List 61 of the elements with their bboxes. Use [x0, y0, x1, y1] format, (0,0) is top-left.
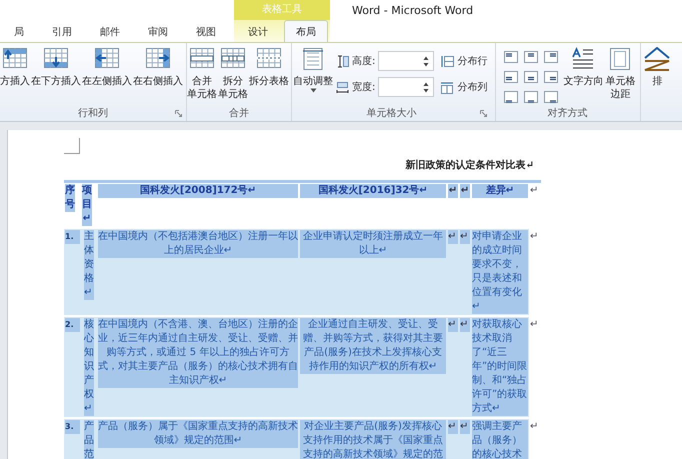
- column-header: 序号: [65, 184, 75, 212]
- group-label: 行和列: [78, 106, 108, 120]
- window-title: Word - Microsoft Word: [351, 3, 474, 19]
- group-label: 单元格大小: [366, 106, 417, 120]
- column-header: ↵: [448, 184, 458, 198]
- table-cell: 产品（服务）属于《国家重点支持的高新技术领域》规定的范围↵: [98, 420, 298, 448]
- ribbon-button[interactable]: 在下方插入: [31, 45, 81, 90]
- ribbon-button[interactable]: 合并 单元格: [187, 45, 217, 103]
- table-cell: 企业通过自主研发、受让、受赠、并购等方式，获得对其主要产品(服务)在技术上发挥核心支持作用的知识产权的所有权↵: [300, 318, 446, 374]
- table-cell: 核心知识产权↵: [84, 318, 94, 416]
- ribbon-button[interactable]: 方插入: [0, 45, 30, 90]
- table-caption: 新旧政策的认定条件对比表↵: [404, 158, 534, 172]
- column-header: 项目↵: [82, 184, 92, 226]
- ribbon-button[interactable]: 排: [643, 45, 672, 90]
- table-cell: ↵: [448, 318, 458, 332]
- ribbon-button[interactable]: 分布行: [438, 51, 490, 71]
- table-cell: ↵: [448, 230, 458, 244]
- group-label: 对齐方式: [547, 106, 588, 120]
- end-of-row-mark: ↵: [530, 421, 538, 432]
- ribbon-tab[interactable]: 审阅: [136, 20, 180, 42]
- ribbon-button[interactable]: 拆分 单元格: [218, 45, 248, 103]
- table-cell: 产品范: [84, 420, 94, 459]
- ribbon-tab[interactable]: 邮件: [88, 20, 132, 42]
- column-header: ↵: [460, 184, 470, 198]
- row-number: 1.: [65, 230, 80, 244]
- ribbon-button[interactable]: 分布列: [438, 77, 490, 97]
- column-header: 国科发火[2016]32号↵: [300, 184, 446, 198]
- table-cell: ↵: [460, 318, 470, 332]
- ribbon-button[interactable]: 文字方向: [562, 45, 604, 90]
- ribbon-tab[interactable]: 布局: [284, 20, 328, 42]
- group-label: 合并: [229, 106, 249, 120]
- end-of-row-mark: ↵: [530, 185, 538, 196]
- column-header: 国科发火[2008]172号↵: [98, 184, 298, 198]
- table-cell: 企业申请认定时须注册成立一年以上↵: [300, 230, 446, 258]
- table-cell: 对申请企业的成立时间要求不变，只是表述和位置有变化↵: [472, 230, 528, 314]
- ribbon-button[interactable]: 拆分表格: [249, 45, 289, 90]
- ribbon-button[interactable]: 在左侧插入: [82, 45, 132, 90]
- ribbon-tab[interactable]: 视图: [184, 20, 228, 42]
- table-cell: 主体资格↵: [84, 230, 94, 300]
- dropdown-button[interactable]: 自动调整: [292, 45, 334, 95]
- column-header: 差异↵: [472, 184, 528, 198]
- field-label: 宽度:: [352, 80, 376, 94]
- table-cell: 在中国境内（不含港、澳、台地区）注册的企业，近三年内通过自主研发、受让、受赠、并购等方式，或通过 5 年以上的独占许可方式，对其主要产品（服务）的核心技术拥有自主知识产权↵: [98, 318, 298, 388]
- table-cell: 在中国境内（不包括港澳台地区）注册一年以上的居民企业↵: [98, 230, 298, 258]
- row-number: 3.: [65, 420, 80, 434]
- field-label: 高度:: [352, 54, 376, 68]
- ribbon-button[interactable]: 单元格 边距: [604, 45, 636, 103]
- end-of-row-mark: ↵: [530, 319, 538, 330]
- ribbon-tab[interactable]: 设计: [236, 20, 280, 42]
- end-of-row-mark: ↵: [530, 231, 538, 242]
- contextual-tab-group-title: 表格工具: [234, 0, 330, 20]
- ribbon-tab[interactable]: 引用: [40, 20, 84, 42]
- table-cell: 对企业主要产品(服务)发挥核心支持作用的技术属于《国家重点支持的高新技术领域》规定的范: [300, 420, 446, 459]
- table-cell: ↵: [460, 230, 470, 244]
- row-number: 2.: [65, 318, 80, 332]
- table-cell: ↵: [460, 420, 470, 434]
- table-cell: ↵: [448, 420, 458, 434]
- ribbon-button[interactable]: 在右侧插入: [133, 45, 183, 90]
- table-cell: 强调主要产品（服务）的核心技术: [472, 420, 528, 459]
- table-cell: 对获取核心技术取消了“近三年”的时间限制、和“独占许可”的获取方式↵: [472, 318, 528, 416]
- ribbon-tab[interactable]: 局: [2, 20, 36, 42]
